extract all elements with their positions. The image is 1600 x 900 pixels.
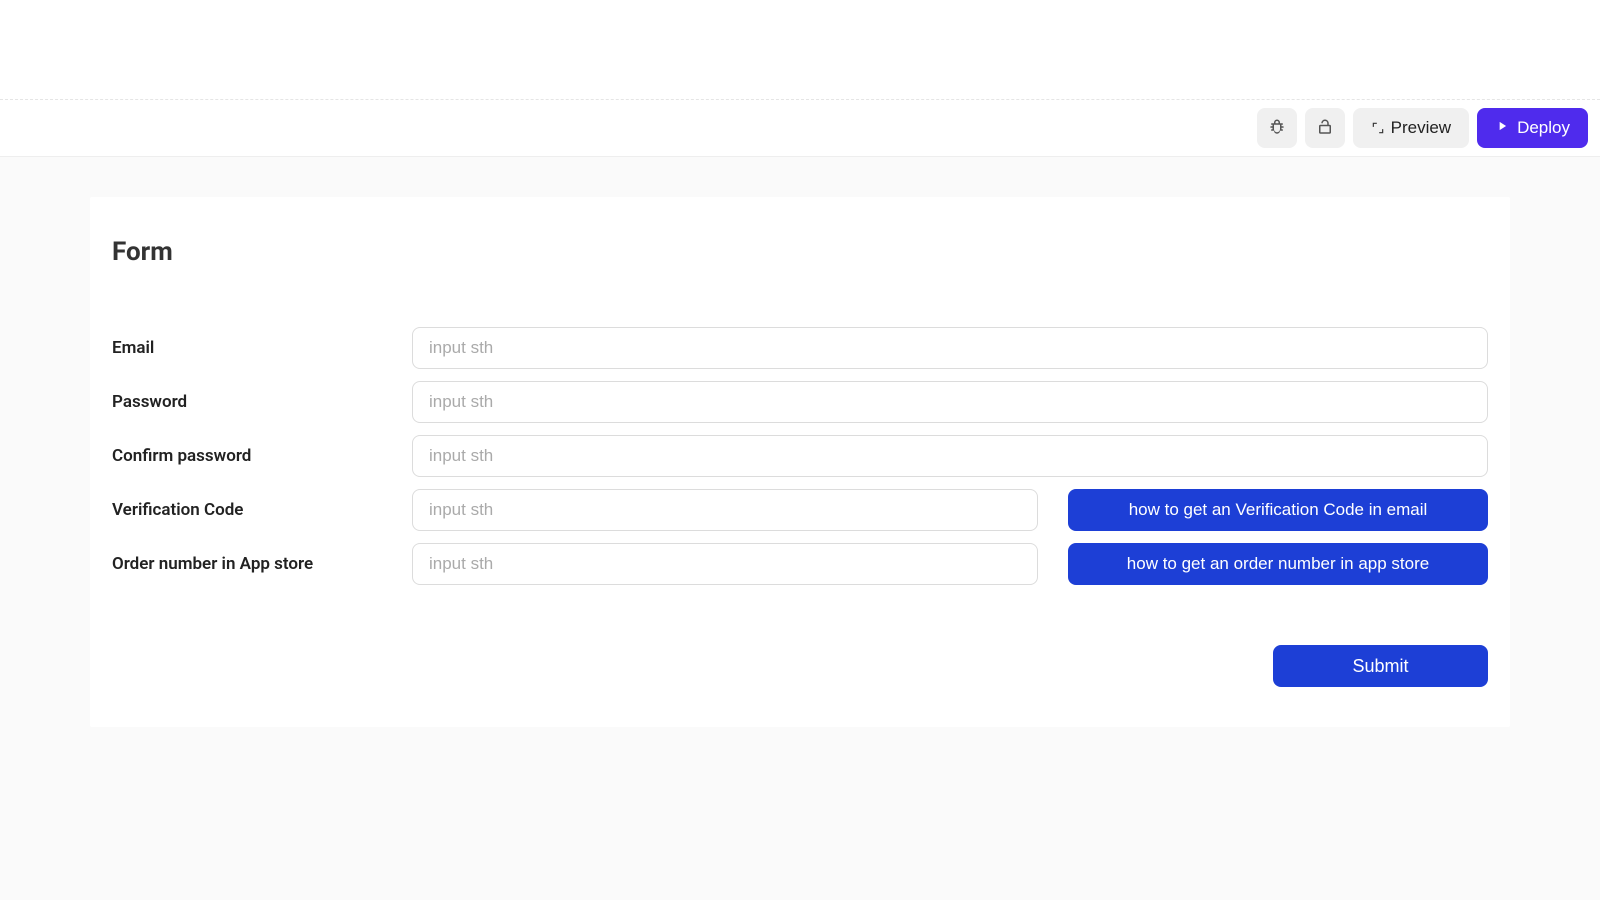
preview-button[interactable]: Preview xyxy=(1353,108,1469,148)
input-password[interactable] xyxy=(412,381,1488,423)
input-order-number[interactable] xyxy=(412,543,1038,585)
expand-icon xyxy=(1371,121,1385,135)
order-number-wrap: how to get an order number in app store xyxy=(412,543,1488,585)
form-card: Form Email Password Confirm password Ver… xyxy=(90,197,1510,727)
label-order-number: Order number in App store xyxy=(112,554,382,574)
row-confirm-password: Confirm password xyxy=(112,435,1488,477)
form-title: Form xyxy=(112,237,1488,267)
verification-code-wrap: how to get an Verification Code in email xyxy=(412,489,1488,531)
row-verification-code: Verification Code how to get an Verifica… xyxy=(112,489,1488,531)
label-verification-code: Verification Code xyxy=(112,500,382,520)
submit-button[interactable]: Submit xyxy=(1273,645,1488,687)
input-confirm-password[interactable] xyxy=(412,435,1488,477)
help-order-number-button[interactable]: how to get an order number in app store xyxy=(1068,543,1488,585)
toolbar: Preview Deploy xyxy=(0,100,1600,157)
row-password: Password xyxy=(112,381,1488,423)
play-icon xyxy=(1495,118,1509,138)
settings-button[interactable] xyxy=(1257,108,1297,148)
canvas: Form Email Password Confirm password Ver… xyxy=(0,157,1600,727)
submit-row: Submit xyxy=(112,645,1488,687)
lock-button[interactable] xyxy=(1305,108,1345,148)
unlock-icon xyxy=(1316,118,1334,139)
preview-label: Preview xyxy=(1391,118,1451,138)
input-email[interactable] xyxy=(412,327,1488,369)
input-verification-code[interactable] xyxy=(412,489,1038,531)
label-email: Email xyxy=(112,338,382,358)
label-password: Password xyxy=(112,392,382,412)
top-spacer xyxy=(0,0,1600,100)
deploy-button[interactable]: Deploy xyxy=(1477,108,1588,148)
deploy-label: Deploy xyxy=(1517,118,1570,138)
help-verification-code-button[interactable]: how to get an Verification Code in email xyxy=(1068,489,1488,531)
row-order-number: Order number in App store how to get an … xyxy=(112,543,1488,585)
row-email: Email xyxy=(112,327,1488,369)
bug-icon xyxy=(1268,118,1286,139)
label-confirm-password: Confirm password xyxy=(112,446,382,466)
